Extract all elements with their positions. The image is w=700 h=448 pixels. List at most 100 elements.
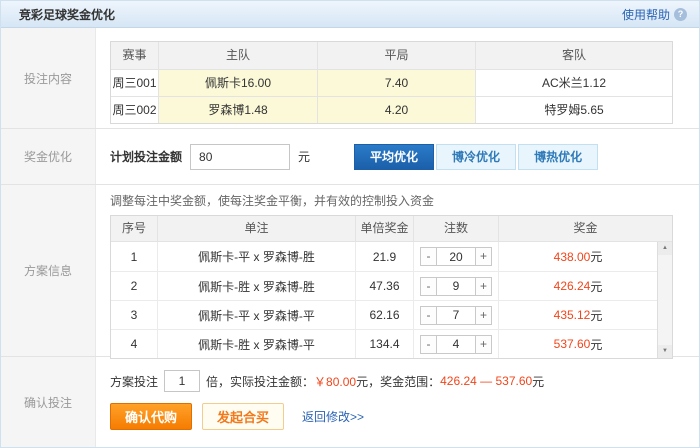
count-input[interactable] (437, 277, 475, 296)
bonus-range-unit: 元 (532, 373, 544, 390)
sidebar-label: 确认投注 (24, 394, 72, 411)
plan-description: 调整每注中奖金额，使每注奖金平衡，并有效的控制投入资金 (110, 192, 699, 209)
bet-table-header: 赛事 主队 平局 客队 (111, 42, 672, 69)
bonus-value: 435.12 (554, 308, 591, 322)
table-row: 4 佩斯卡-胜 x 罗森博-平 134.4 - + (111, 329, 657, 358)
confirm-buttons: 确认代购 发起合买 返回修改>> (110, 403, 699, 430)
col-header-draw: 平局 (318, 42, 476, 69)
count-input[interactable] (437, 247, 475, 266)
draw-odds-selected: 4.20 (318, 97, 476, 123)
question-mark-icon: ? (674, 8, 687, 21)
bonus-range: 426.24 — 537.60 (440, 374, 532, 388)
bonus-unit: 元 (590, 278, 602, 295)
decrement-button[interactable]: - (420, 306, 437, 325)
actual-amount-unit: 元 (356, 373, 368, 390)
count-input[interactable] (437, 335, 475, 354)
summary-text: 倍，实际投注金额： (206, 373, 314, 390)
col-header-home: 主队 (159, 42, 318, 69)
sidebar-item-confirm: 确认投注 (1, 357, 96, 447)
table-row: 3 佩斯卡-平 x 罗森博-平 62.16 - + (111, 300, 657, 329)
increment-button[interactable]: + (475, 247, 492, 266)
scroll-up-icon[interactable]: ▲ (658, 242, 672, 255)
decrement-button[interactable]: - (420, 277, 437, 296)
row-index: 3 (111, 301, 158, 329)
bonus-value: 426.24 (554, 279, 591, 293)
table-row: 1 佩斯卡-平 x 罗森博-胜 21.9 - + (111, 242, 657, 271)
confirm-purchase-button[interactable]: 确认代购 (110, 403, 192, 430)
optimize-mode-group: 平均优化 博冷优化 博热优化 (354, 144, 598, 170)
amount-label: 计划投注金额 (110, 148, 182, 165)
unit-bonus: 21.9 (356, 242, 414, 271)
table-row: 周三001 佩斯卡16.00 7.40 AC米兰1.12 (111, 69, 672, 96)
bet-combo: 佩斯卡-胜 x 罗森博-胜 (158, 272, 356, 300)
count-stepper: - + (420, 335, 492, 354)
match-id: 周三001 (111, 70, 159, 96)
col-header-away: 客队 (476, 42, 672, 69)
bonus-unit: 元 (590, 248, 602, 265)
amount-unit: 元 (298, 148, 310, 165)
row-index: 4 (111, 330, 158, 358)
count-stepper: - + (420, 306, 492, 325)
help-link[interactable]: 使用帮助 ? (622, 6, 687, 23)
count-stepper: - + (420, 277, 492, 296)
count-cell: - + (414, 272, 499, 300)
bet-combo: 佩斯卡-胜 x 罗森博-平 (158, 330, 356, 358)
bonus-cell: 426.24元 (499, 272, 657, 300)
count-input[interactable] (437, 306, 475, 325)
sidebar-label: 投注内容 (24, 70, 72, 87)
section-plan: 方案信息 调整每注中奖金额，使每注奖金平衡，并有效的控制投入资金 序号 单注 单… (1, 184, 699, 356)
increment-button[interactable]: + (475, 306, 492, 325)
bet-combo: 佩斯卡-平 x 罗森博-胜 (158, 242, 356, 271)
section-bet-content: 投注内容 赛事 主队 平局 客队 周三001 佩斯卡16.00 7.40 AC米… (1, 28, 699, 128)
section-confirm: 确认投注 方案投注 倍，实际投注金额： ￥80.00 元 ，奖金范围： 426.… (1, 356, 699, 447)
sidebar-item-plan: 方案信息 (1, 185, 96, 356)
row-index: 1 (111, 242, 158, 271)
start-group-buy-button[interactable]: 发起合买 (202, 403, 284, 430)
bet-table: 赛事 主队 平局 客队 周三001 佩斯卡16.00 7.40 AC米兰1.12… (110, 41, 673, 124)
bonus-unit: 元 (590, 307, 602, 324)
col-header-match: 赛事 (111, 42, 159, 69)
bonus-cell: 438.00元 (499, 242, 657, 271)
unit-bonus: 134.4 (356, 330, 414, 358)
vertical-scrollbar[interactable]: ▲ ▼ (657, 242, 672, 358)
mode-hot-button[interactable]: 博热优化 (518, 144, 598, 170)
back-to-edit-link[interactable]: 返回修改>> (302, 408, 364, 425)
bonus-value: 537.60 (554, 337, 591, 351)
increment-button[interactable]: + (475, 335, 492, 354)
amount-input[interactable] (190, 144, 290, 170)
count-cell: - + (414, 330, 499, 358)
bonus-value: 438.00 (554, 250, 591, 264)
count-stepper: - + (420, 247, 492, 266)
col-header-index: 序号 (111, 216, 158, 241)
multiple-input[interactable] (164, 370, 200, 392)
home-odds-selected: 佩斯卡16.00 (159, 70, 318, 96)
away-odds: AC米兰1.12 (476, 70, 672, 96)
bonus-cell: 435.12元 (499, 301, 657, 329)
header-bar: 竞彩足球奖金优化 使用帮助 ? (1, 1, 699, 28)
range-label: ，奖金范围： (368, 373, 440, 390)
col-header-bet: 单注 (158, 216, 356, 241)
count-cell: - + (414, 242, 499, 271)
decrement-button[interactable]: - (420, 247, 437, 266)
bonus-optimizer-panel: 竞彩足球奖金优化 使用帮助 ? 投注内容 赛事 主队 平局 客队 周三001 佩… (0, 0, 700, 448)
confirm-summary-line: 方案投注 倍，实际投注金额： ￥80.00 元 ，奖金范围： 426.24 — … (110, 370, 699, 392)
home-odds-selected: 罗森博1.48 (159, 97, 318, 123)
mode-average-button[interactable]: 平均优化 (354, 144, 434, 170)
plan-table: 序号 单注 单倍奖金 注数 奖金 1 佩斯卡-平 x 罗森博-胜 21.9 (110, 215, 673, 359)
sidebar-label: 方案信息 (24, 262, 72, 279)
count-cell: - + (414, 301, 499, 329)
decrement-button[interactable]: - (420, 335, 437, 354)
col-header-bonus: 奖金 (499, 216, 672, 241)
bonus-unit: 元 (590, 336, 602, 353)
multiple-label: 方案投注 (110, 373, 158, 390)
table-row: 2 佩斯卡-胜 x 罗森博-胜 47.36 - + (111, 271, 657, 300)
row-index: 2 (111, 272, 158, 300)
page-title: 竞彩足球奖金优化 (19, 6, 115, 23)
col-header-unit-bonus: 单倍奖金 (356, 216, 414, 241)
increment-button[interactable]: + (475, 277, 492, 296)
unit-bonus: 62.16 (356, 301, 414, 329)
col-header-count: 注数 (414, 216, 499, 241)
mode-cold-button[interactable]: 博冷优化 (436, 144, 516, 170)
bonus-cell: 537.60元 (499, 330, 657, 358)
section-optimize: 奖金优化 计划投注金额 元 平均优化 博冷优化 博热优化 (1, 128, 699, 184)
